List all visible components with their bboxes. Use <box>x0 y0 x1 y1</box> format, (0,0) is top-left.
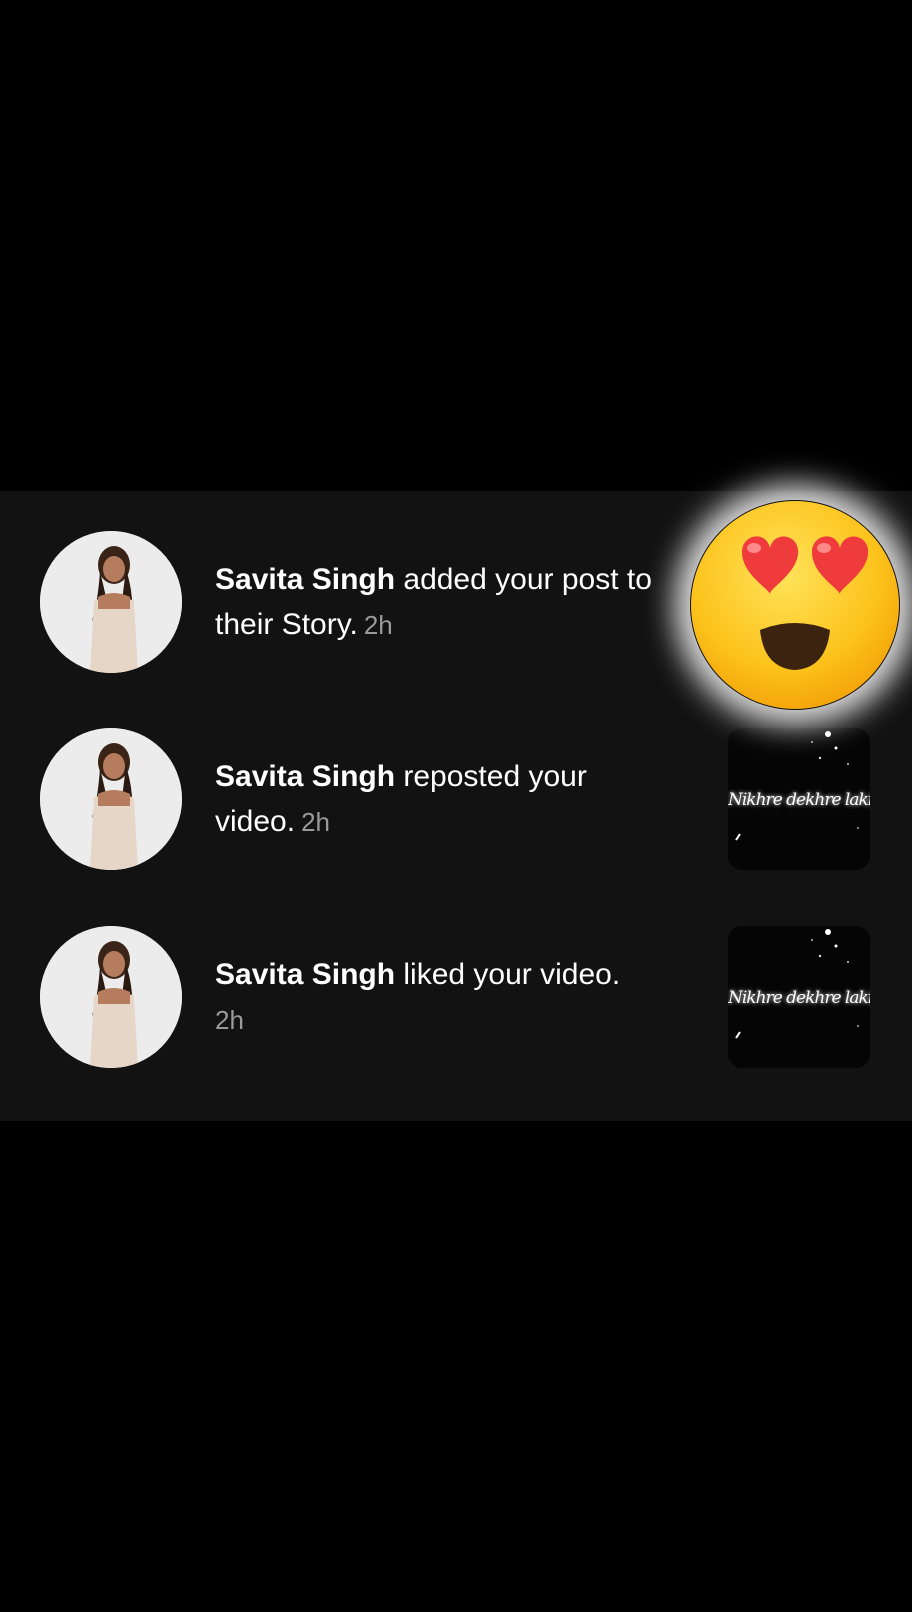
video-thumbnail[interactable]: Nikhre dekhre lakiyon ko <box>728 926 870 1068</box>
notification-action: liked your video. <box>395 958 621 991</box>
avatar-image <box>40 531 182 673</box>
video-thumbnail[interactable]: Nikhre dekhre lakiyon ko <box>728 728 870 870</box>
heart-eyes-emoji-icon <box>680 490 910 720</box>
avatar[interactable] <box>40 728 182 870</box>
avatar[interactable] <box>40 926 182 1068</box>
user-name[interactable]: Savita Singh <box>215 760 395 793</box>
timestamp: 2h <box>301 807 330 837</box>
user-name[interactable]: Savita Singh <box>215 563 395 596</box>
avatar[interactable] <box>40 531 182 673</box>
notification-row[interactable]: Savita Singh reposted your video. 2h Nikh… <box>0 728 912 878</box>
thumbnail-caption: Nikhre dekhre lakiyon ko <box>728 988 870 1008</box>
notification-text: Savita Singh added your post to their St… <box>215 557 685 648</box>
notification-text: Savita Singh liked your video. 2h <box>215 952 685 1043</box>
notification-text: Savita Singh reposted your video. 2h <box>215 754 685 845</box>
user-name[interactable]: Savita Singh <box>215 958 395 991</box>
notification-row[interactable]: Savita Singh liked your video. 2h Nikhre … <box>0 926 912 1076</box>
timestamp: 2h <box>363 610 393 640</box>
thumbnail-caption: Nikhre dekhre lakiyon ko <box>728 790 870 810</box>
avatar-image <box>40 926 182 1068</box>
heart-eyes-emoji-icon <box>691 501 899 709</box>
timestamp: 2h <box>215 1005 244 1035</box>
avatar-image <box>40 728 182 870</box>
